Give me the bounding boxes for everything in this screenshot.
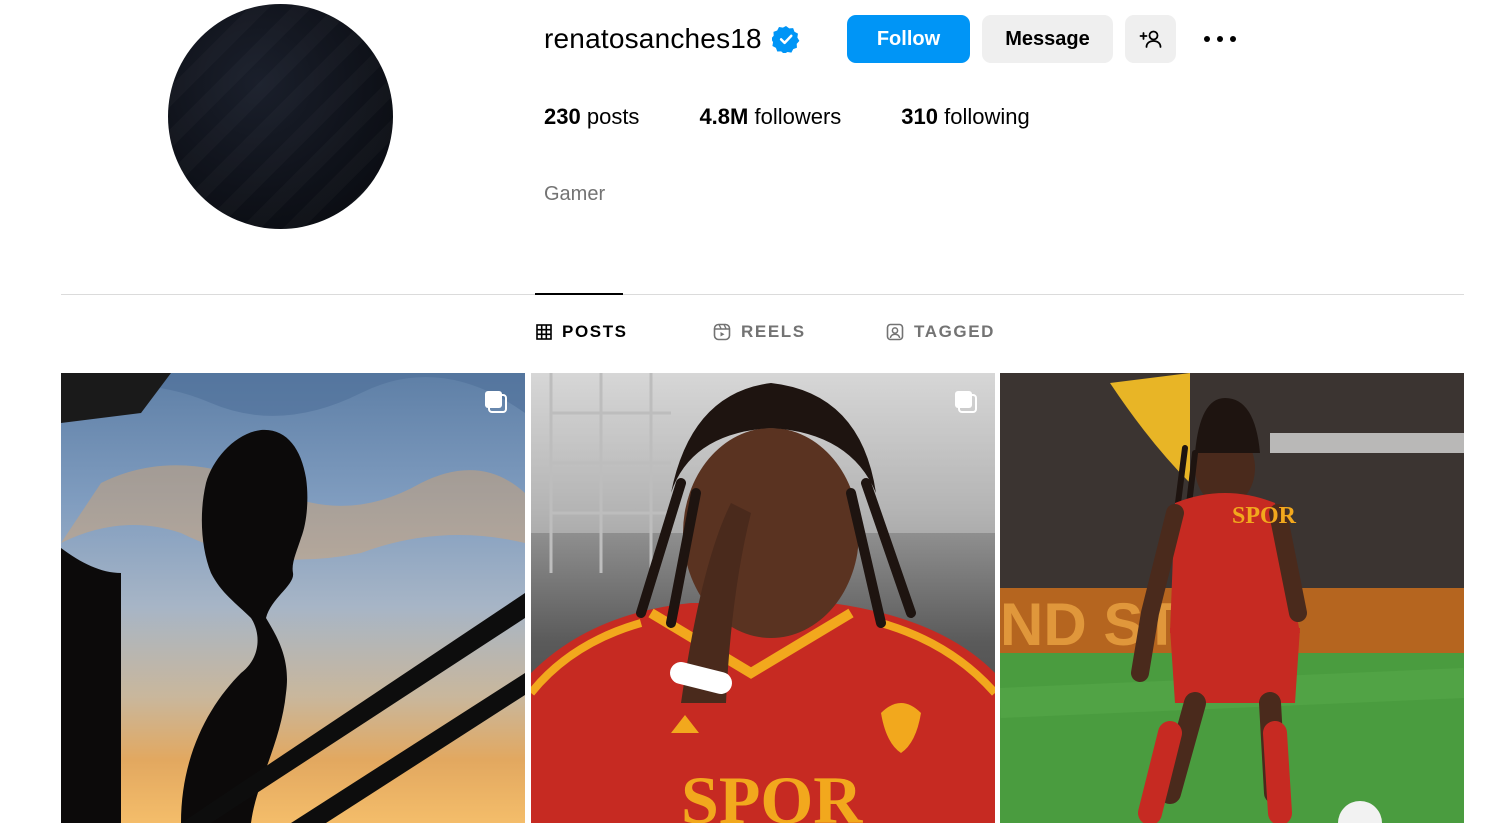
profile-bio: Gamer xyxy=(544,183,606,205)
post-thumbnail[interactable]: SPOR xyxy=(531,373,995,823)
posts-count-value: 230 xyxy=(544,104,581,129)
following-count-label: following xyxy=(944,104,1030,129)
followers-count[interactable]: 4.8M followers xyxy=(699,104,841,130)
svg-text:SPOR: SPOR xyxy=(681,762,863,823)
post-image: SPOR xyxy=(531,373,995,823)
following-count-value: 310 xyxy=(901,104,939,129)
post-thumbnail[interactable]: ND ST SPOR xyxy=(1000,373,1464,823)
grid-icon xyxy=(536,324,552,340)
followers-count-value: 4.8M xyxy=(699,104,749,129)
svg-text:SPOR: SPOR xyxy=(1232,503,1297,529)
tab-reels-label: REELS xyxy=(741,322,806,341)
tab-reels[interactable]: REELS xyxy=(713,322,806,342)
reels-icon xyxy=(713,323,731,341)
more-options-icon xyxy=(1204,36,1236,42)
profile-stats: 230 posts 4.8M followers 310 following xyxy=(544,104,1090,130)
followers-count-label: followers xyxy=(754,104,842,129)
message-button[interactable]: Message xyxy=(982,15,1113,63)
profile-avatar[interactable] xyxy=(168,4,393,229)
multiple-images-icon xyxy=(955,391,977,413)
add-person-icon xyxy=(1139,30,1161,48)
tab-tagged-label: TAGGED xyxy=(914,322,996,341)
post-image: ND ST SPOR xyxy=(1000,373,1464,823)
tagged-icon xyxy=(886,323,904,341)
active-tab-indicator xyxy=(535,293,623,295)
more-options-button[interactable] xyxy=(1200,24,1240,54)
post-image xyxy=(61,373,525,823)
tab-tagged[interactable]: TAGGED xyxy=(886,322,995,342)
multiple-images-icon xyxy=(485,391,507,413)
username-row: renatosanches18 xyxy=(544,15,800,63)
posts-count: 230 posts xyxy=(544,104,639,130)
tab-posts[interactable]: POSTS xyxy=(536,322,628,342)
suggested-accounts-button[interactable] xyxy=(1125,15,1176,63)
tab-posts-label: POSTS xyxy=(562,322,628,341)
following-count[interactable]: 310 following xyxy=(901,104,1029,130)
posts-count-label: posts xyxy=(586,104,640,129)
section-divider xyxy=(61,294,1464,295)
verified-badge-icon xyxy=(771,26,800,53)
username: renatosanches18 xyxy=(544,23,762,54)
follow-button[interactable]: Follow xyxy=(847,15,970,63)
post-thumbnail[interactable] xyxy=(61,373,525,823)
